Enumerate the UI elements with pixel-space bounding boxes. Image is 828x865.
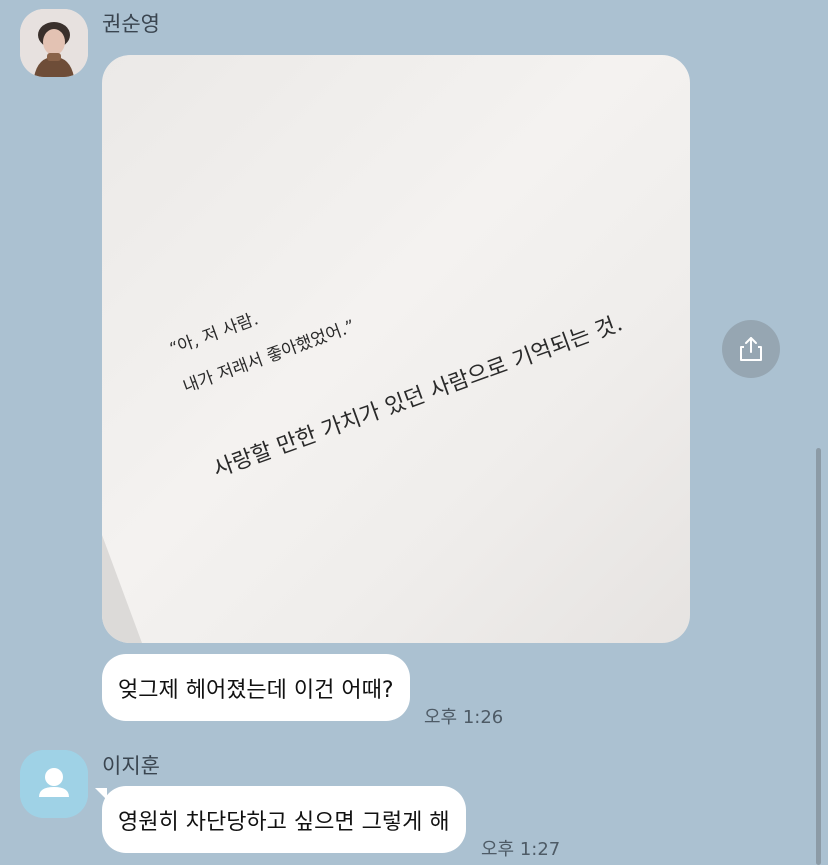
photo-message[interactable]: “아, 저 사람. 내가 저래서 좋아했었어.” 사랑할 만한 가치가 있던 사…	[102, 55, 690, 643]
quote-line-3: 사랑할 만한 가치가 있던 사람으로 기억되는 것.	[210, 311, 626, 483]
quote-line-1: “아, 저 사람.	[167, 309, 261, 360]
share-icon	[740, 337, 762, 361]
share-button[interactable]	[722, 320, 780, 378]
message-bubble[interactable]: 엊그제 헤어졌는데 이건 어때?	[102, 654, 410, 721]
message-time: 오후 1:26	[424, 707, 504, 728]
sender-avatar-lee[interactable]	[20, 750, 88, 818]
message-time: 오후 1:27	[481, 839, 561, 860]
profile-photo	[20, 9, 88, 77]
message-text: 영원히 차단당하고 싶으면 그렇게 해	[118, 809, 450, 835]
book-page-image: “아, 저 사람. 내가 저래서 좋아했었어.” 사랑할 만한 가치가 있던 사…	[102, 309, 626, 643]
sender-name: 권순영	[102, 12, 160, 36]
scrollbar[interactable]	[816, 448, 821, 865]
person-icon	[20, 750, 88, 818]
sender-avatar-kwon[interactable]	[20, 9, 88, 77]
message-text: 엊그제 헤어졌는데 이건 어때?	[118, 677, 394, 703]
message-bubble[interactable]: 영원히 차단당하고 싶으면 그렇게 해	[102, 786, 466, 853]
sender-name: 이지훈	[102, 754, 160, 778]
